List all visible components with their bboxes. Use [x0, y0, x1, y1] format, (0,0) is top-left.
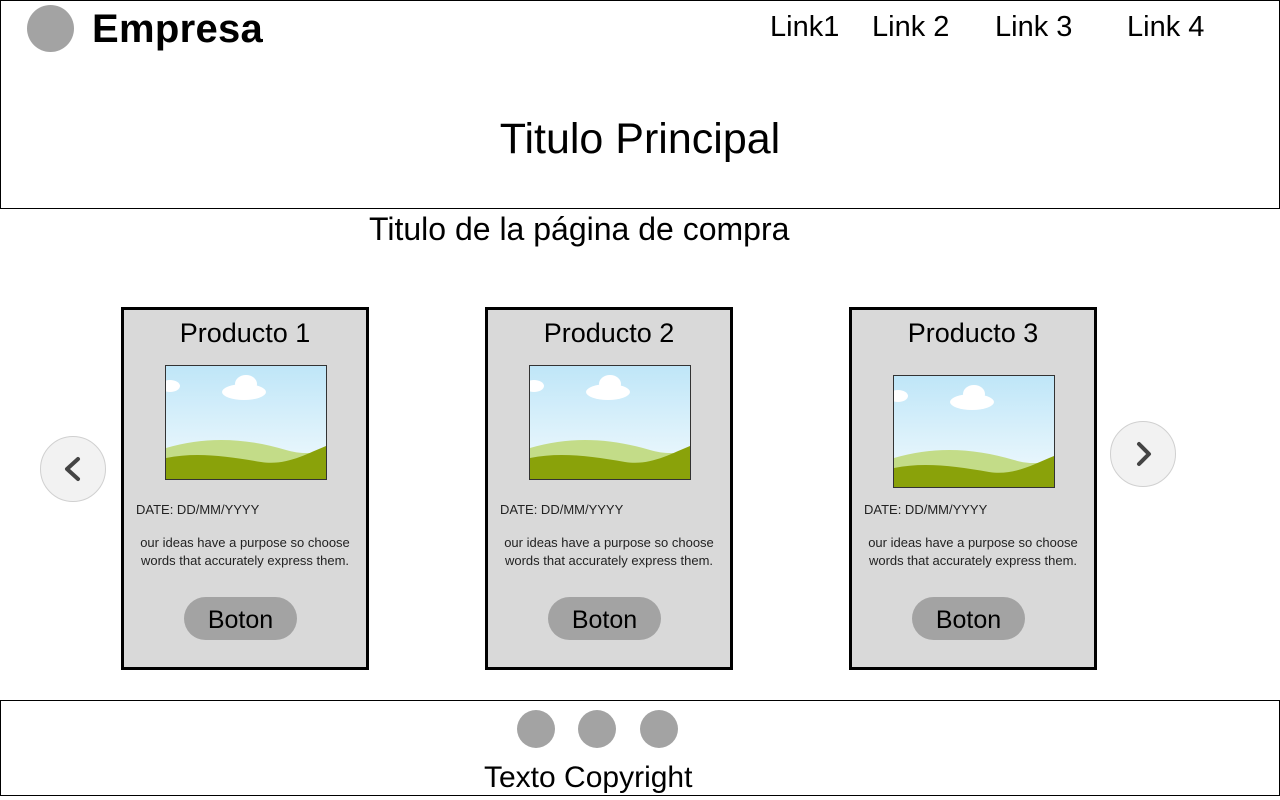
product-card-1: Producto 1 DATE: DD/MM/YYYY our ideas ha… — [121, 307, 369, 670]
product-button[interactable]: Boton — [548, 597, 661, 640]
product-image — [165, 365, 327, 480]
nav-link-4[interactable]: Link 4 — [1127, 11, 1204, 44]
product-description: our ideas have a purpose so choose words… — [140, 535, 350, 568]
product-description: our ideas have a purpose so choose words… — [868, 535, 1078, 568]
chevron-left-icon — [65, 457, 80, 481]
product-description: our ideas have a purpose so choose words… — [504, 535, 714, 568]
social-icon-2[interactable] — [578, 710, 616, 748]
product-title: Producto 1 — [179, 318, 311, 348]
social-icon-1[interactable] — [517, 710, 555, 748]
product-title: Producto 3 — [907, 318, 1039, 348]
nav-link-2[interactable]: Link 2 — [872, 11, 949, 44]
page-title: Titulo de la página de compra — [369, 211, 790, 247]
product-date: DATE: DD/MM/YYYY — [864, 502, 988, 517]
product-title: Producto 2 — [543, 318, 675, 348]
brand-name[interactable]: Empresa — [92, 7, 263, 52]
copyright-text: Texto Copyright — [484, 761, 693, 794]
product-image — [529, 365, 691, 480]
product-card-2: Producto 2 DATE: DD/MM/YYYY our ideas ha… — [485, 307, 733, 670]
main-title: Titulo Principal — [499, 115, 781, 163]
product-date: DATE: DD/MM/YYYY — [500, 502, 624, 517]
carousel-next-button[interactable] — [1110, 421, 1176, 487]
product-date: DATE: DD/MM/YYYY — [136, 502, 260, 517]
product-button[interactable]: Boton — [912, 597, 1025, 640]
chevron-right-icon — [1137, 442, 1151, 466]
product-button[interactable]: Boton — [184, 597, 297, 640]
site-header: Empresa Link1 Link 2 Link 3 Link 4 Titul… — [0, 0, 1280, 209]
product-card-3: Producto 3 DATE: DD/MM/YYYY our ideas ha… — [849, 307, 1097, 670]
carousel-prev-button[interactable] — [40, 436, 106, 502]
site-footer: Texto Copyright — [0, 700, 1280, 796]
nav-link-3[interactable]: Link 3 — [995, 11, 1072, 44]
social-icon-3[interactable] — [640, 710, 678, 748]
nav-link-1[interactable]: Link1 — [770, 11, 839, 44]
logo-icon[interactable] — [27, 5, 74, 52]
product-image — [893, 375, 1055, 488]
